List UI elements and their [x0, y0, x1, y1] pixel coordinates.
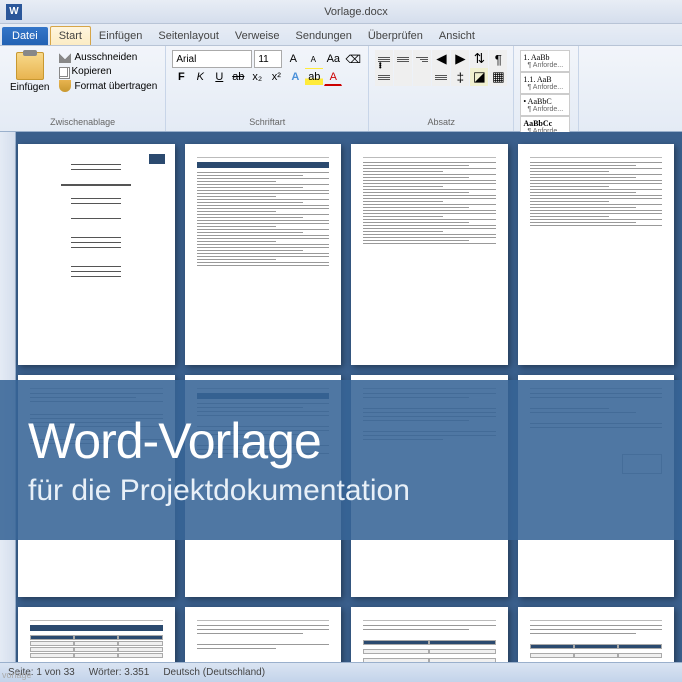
copy-icon [59, 67, 68, 77]
increase-indent-button[interactable]: ▶ [451, 50, 469, 68]
page-thumbnail[interactable] [518, 607, 675, 662]
tab-review[interactable]: Überprüfen [360, 27, 431, 45]
copy-label: Kopieren [71, 66, 111, 77]
cut-label: Ausschneiden [74, 52, 137, 63]
decrease-indent-button[interactable]: ◀ [432, 50, 450, 68]
tab-mailings[interactable]: Sendungen [288, 27, 360, 45]
borders-button[interactable]: ▦ [489, 68, 507, 86]
styles-group: 1. AaBb ¶ Anforde... 1.1. AaB ¶ Anforde.… [514, 46, 579, 131]
style-preview: • AaBbC [523, 97, 567, 106]
bold-button[interactable]: F [172, 68, 190, 86]
paragraph-group: ◀ ▶ ⇅ ¶ ‡ ◪ ▦ Absatz [369, 46, 514, 131]
subscript-button[interactable]: x₂ [248, 68, 266, 86]
page-thumbnail[interactable] [185, 607, 342, 662]
page-thumbnail[interactable] [351, 607, 508, 662]
paste-button[interactable]: Einfügen [6, 50, 53, 95]
paste-icon [16, 52, 44, 80]
cut-button[interactable]: Ausschneiden [57, 50, 159, 64]
tab-pagelayout[interactable]: Seitenlayout [150, 27, 227, 45]
change-case-button[interactable]: Aa [324, 50, 342, 68]
paste-label: Einfügen [10, 82, 49, 93]
page-thumbnail[interactable] [18, 607, 175, 662]
word-app-icon: W [6, 4, 22, 20]
document-title: Vorlage.docx [30, 6, 682, 18]
style-preview: 1. AaBb [523, 53, 567, 62]
align-right-button[interactable] [413, 68, 431, 86]
align-left-button[interactable] [375, 68, 393, 86]
justify-button[interactable] [432, 68, 450, 86]
grow-font-button[interactable]: A [284, 50, 302, 68]
font-name-select[interactable] [172, 50, 252, 68]
style-name: ¶ Anforde... [523, 62, 567, 69]
style-preview: AaBbCc [523, 119, 567, 128]
status-language[interactable]: Deutsch (Deutschland) [163, 667, 265, 678]
sort-button[interactable]: ⇅ [470, 50, 488, 68]
statusbar: Seite: 1 von 33 Wörter: 3.351 Deutsch (D… [0, 662, 682, 682]
superscript-button[interactable]: x² [267, 68, 285, 86]
tab-start[interactable]: Start [50, 26, 91, 45]
watermark: vorlage [2, 670, 32, 680]
style-tile-2[interactable]: 1.1. AaB ¶ Anforde... [520, 72, 570, 94]
format-painter-label: Format übertragen [74, 81, 157, 92]
status-words[interactable]: Wörter: 3.351 [89, 667, 150, 678]
overlay-title: Word-Vorlage [28, 412, 682, 470]
tab-insert[interactable]: Einfügen [91, 27, 150, 45]
page-thumbnail[interactable] [351, 144, 508, 365]
paragraph-group-label: Absatz [375, 117, 507, 127]
overlay-banner: Word-Vorlage für die Projektdokumentatio… [0, 380, 682, 540]
overlay-subtitle: für die Projektdokumentation [28, 474, 682, 508]
titlebar: W Vorlage.docx [0, 0, 682, 24]
shading-button[interactable]: ◪ [470, 68, 488, 86]
tab-references[interactable]: Verweise [227, 27, 288, 45]
clipboard-group: Einfügen Ausschneiden Kopieren Format üb… [0, 46, 166, 131]
file-tab[interactable]: Datei [2, 27, 48, 45]
ribbon-tabs: Datei Start Einfügen Seitenlayout Verwei… [0, 24, 682, 46]
clipboard-group-label: Zwischenablage [6, 117, 159, 127]
multilevel-button[interactable] [413, 50, 431, 68]
highlight-button[interactable]: ab [305, 68, 323, 86]
ribbon: Einfügen Ausschneiden Kopieren Format üb… [0, 46, 682, 132]
style-preview: 1.1. AaB [523, 75, 567, 84]
page-thumbnail[interactable] [518, 144, 675, 365]
page-thumbnail[interactable] [18, 144, 175, 365]
font-size-select[interactable] [254, 50, 282, 68]
align-center-button[interactable] [394, 68, 412, 86]
shrink-font-button[interactable]: A [304, 50, 322, 68]
show-marks-button[interactable]: ¶ [489, 50, 507, 68]
style-name: ¶ Anforde... [523, 84, 567, 91]
font-group: A A Aa ⌫ F K U ab x₂ x² A ab A Schriftar… [166, 46, 369, 131]
tab-view[interactable]: Ansicht [431, 27, 483, 45]
clear-formatting-button[interactable]: ⌫ [344, 50, 362, 68]
line-spacing-button[interactable]: ‡ [451, 68, 469, 86]
page-thumbnail[interactable] [185, 144, 342, 365]
page-logo [149, 154, 165, 164]
style-tile-3[interactable]: • AaBbC ¶ Anforde... [520, 94, 570, 116]
style-tile-1[interactable]: 1. AaBb ¶ Anforde... [520, 50, 570, 72]
brush-icon [59, 80, 71, 92]
strikethrough-button[interactable]: ab [229, 68, 247, 86]
numbering-button[interactable] [394, 50, 412, 68]
font-group-label: Schriftart [172, 117, 362, 127]
cut-icon [59, 51, 71, 63]
font-color-button[interactable]: A [324, 68, 342, 86]
text-effects-button[interactable]: A [286, 68, 304, 86]
underline-button[interactable]: U [210, 68, 228, 86]
bullets-button[interactable] [375, 50, 393, 68]
style-name: ¶ Anforde... [523, 106, 567, 113]
italic-button[interactable]: K [191, 68, 209, 86]
format-painter-button[interactable]: Format übertragen [57, 79, 159, 93]
copy-button[interactable]: Kopieren [57, 65, 159, 78]
